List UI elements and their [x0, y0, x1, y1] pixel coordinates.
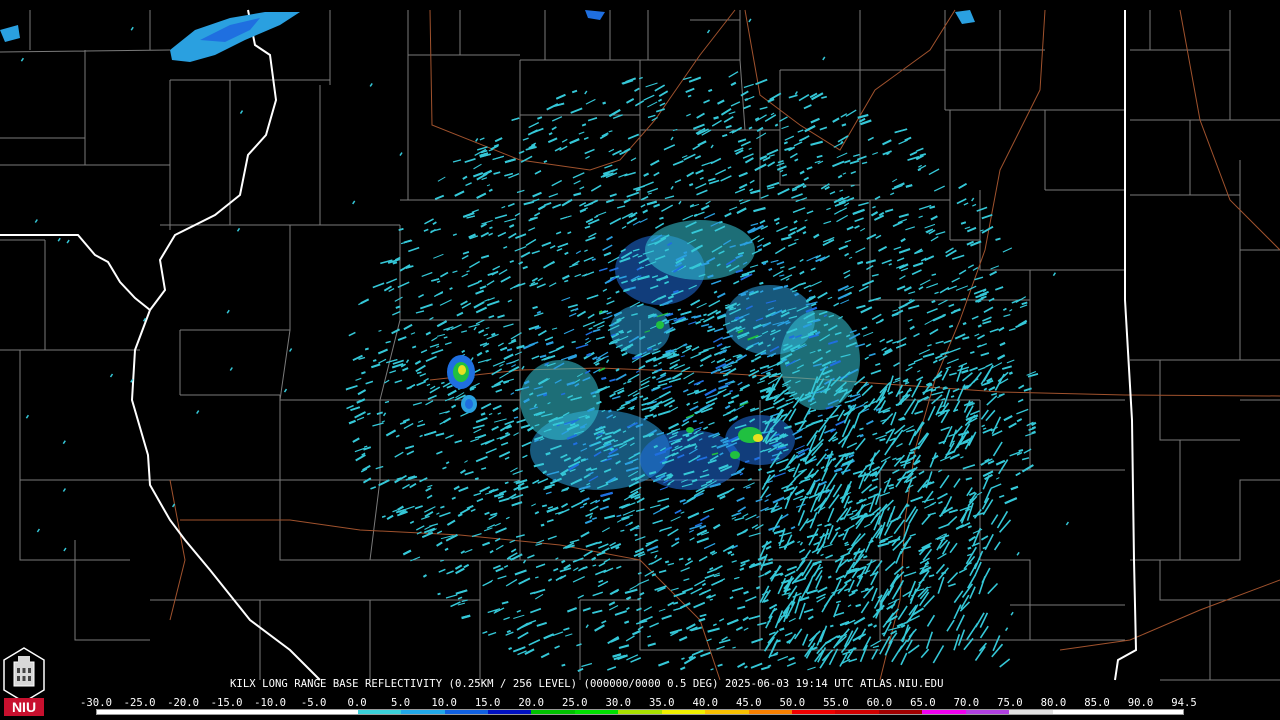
scale-label: 20.0 [518, 697, 544, 709]
scale-labels: -30.0 -25.0 -20.0 -15.0 -10.0 -5.0 0.0 5.0 10.0 1… [0, 697, 1280, 709]
scale-label: -5.0 [300, 697, 327, 709]
scale-label: 35.0 [648, 697, 675, 709]
scale-label: -20.0 [167, 697, 199, 709]
scale-segment [140, 710, 184, 714]
scale-segment [1052, 710, 1097, 714]
scale-segment [444, 710, 488, 714]
scale-label: 75.0 [997, 697, 1023, 709]
scale-segment [705, 710, 749, 714]
radar-map [0, 0, 1280, 720]
color-scale-bar [96, 709, 1184, 715]
scale-segment [618, 710, 662, 714]
scale-segment [270, 710, 315, 714]
scale-label: -30.0 [80, 697, 112, 709]
scale-segment [792, 710, 836, 714]
scale-label: 80.0 [1040, 697, 1067, 709]
scale-segment [574, 710, 619, 714]
scale-segment [922, 710, 966, 714]
scale-label: 50.0 [779, 697, 806, 709]
scale-segment [183, 710, 228, 714]
niu-logo: NIU [3, 647, 45, 716]
scale-label: 10.0 [431, 697, 457, 709]
scale-segment [227, 710, 271, 714]
scale-label: 85.0 [1084, 697, 1110, 709]
scale-label: 65.0 [910, 697, 936, 709]
scale-label: 5.0 [391, 697, 411, 709]
scale-segment [357, 710, 402, 714]
scale-label: 94.5 [1171, 697, 1197, 709]
scale-label: 55.0 [823, 697, 849, 709]
scale-label: 70.0 [953, 697, 980, 709]
niu-logo-text: NIU [12, 699, 36, 715]
scale-label: 60.0 [866, 697, 893, 709]
scale-label: 40.0 [692, 697, 719, 709]
scale-label: 90.0 [1127, 697, 1154, 709]
scale-segment [1139, 710, 1183, 714]
scale-label: 45.0 [736, 697, 762, 709]
scale-segment [97, 710, 141, 714]
scale-label: -10.0 [254, 697, 287, 709]
scale-segment [748, 710, 792, 714]
scale-segment [1096, 710, 1140, 714]
scale-segment [835, 710, 879, 714]
scale-label: 25.0 [561, 697, 588, 709]
scale-segment [878, 710, 923, 714]
product-title: KILX LONG RANGE BASE REFLECTIVITY (0.25K… [230, 678, 944, 690]
scale-segment [661, 710, 706, 714]
scale-label: 0.0 [347, 697, 367, 709]
scale-segment [1009, 710, 1053, 714]
scale-label: -25.0 [123, 697, 156, 709]
scale-segment [487, 710, 532, 714]
scale-segment [965, 710, 1010, 714]
scale-segment [401, 710, 445, 714]
scale-segment [531, 710, 575, 714]
scale-label: 15.0 [474, 697, 501, 709]
scale-label: -15.0 [210, 697, 243, 709]
scale-segment [314, 710, 358, 714]
scale-label: 30.0 [605, 697, 631, 709]
